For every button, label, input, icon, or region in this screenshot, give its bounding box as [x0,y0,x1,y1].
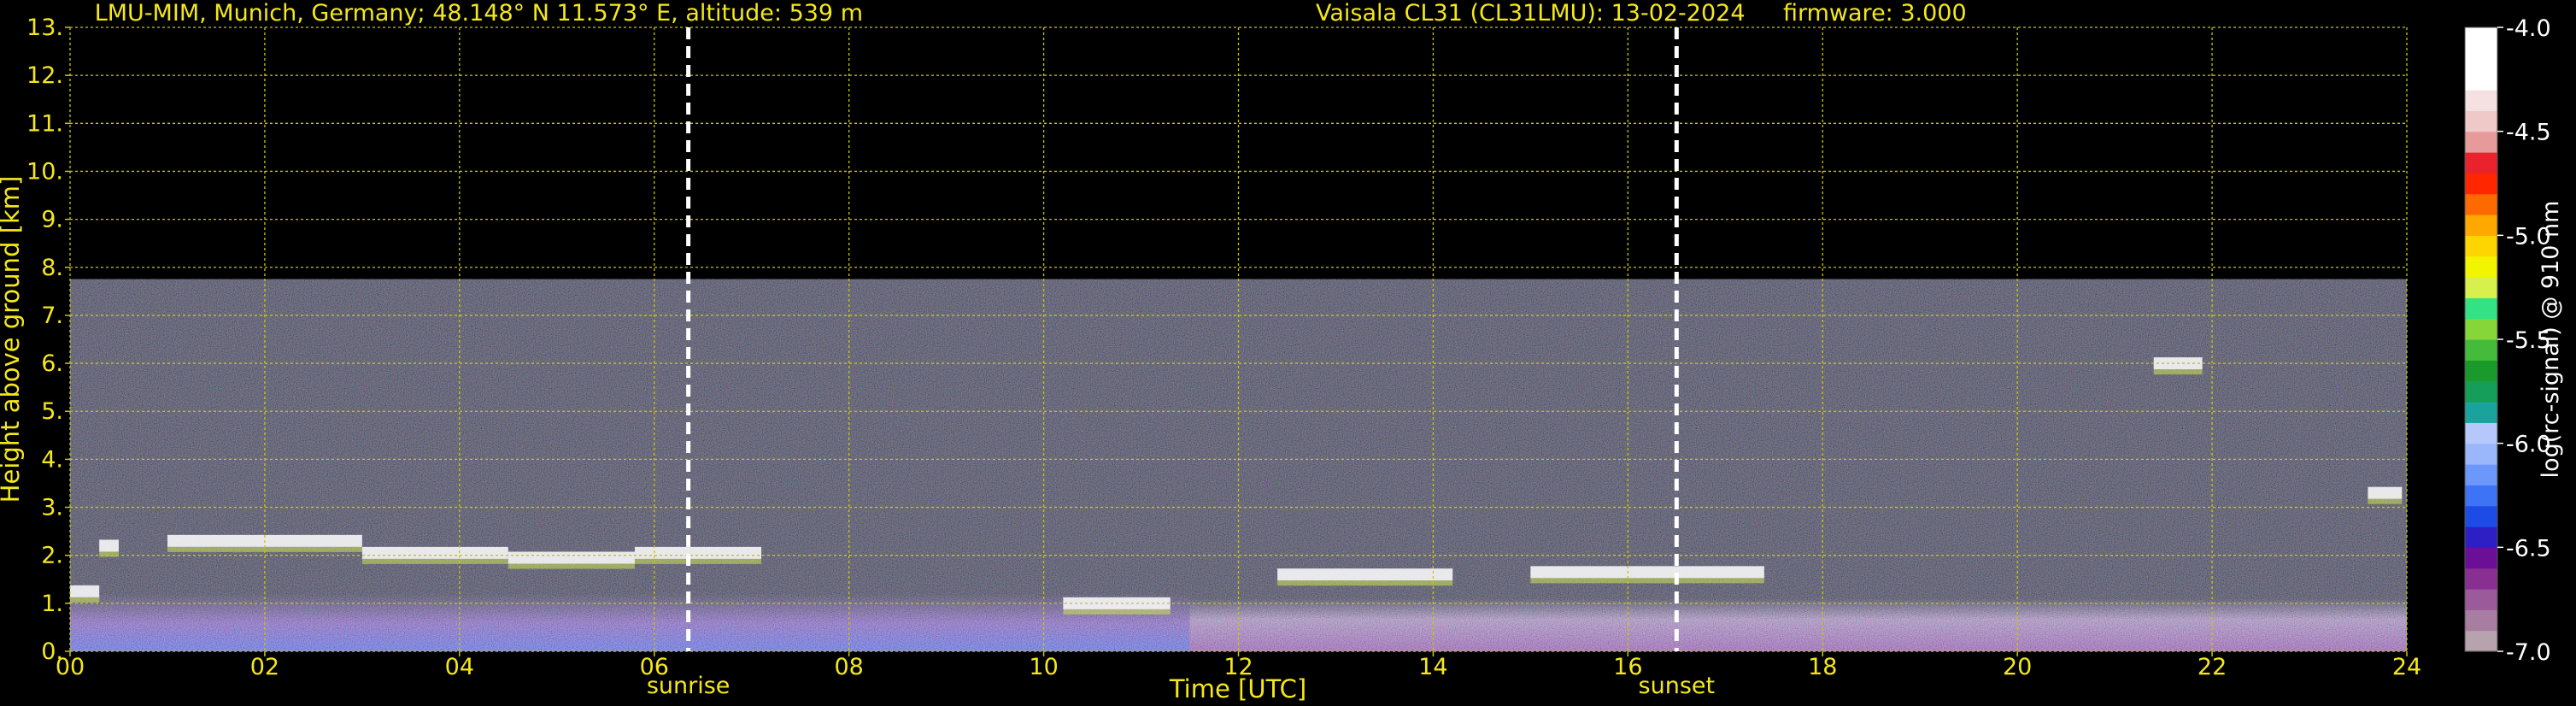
x-axis-label: Time [UTC] [1169,674,1306,703]
colorbar-segment [2465,630,2497,652]
cloud-layer [1530,566,1764,579]
y-tick-label: 0. [41,638,63,665]
ceilometer-chart: LMU-MIM, Munich, Germany; 48.148° N 11.5… [0,0,2564,703]
colorbar-segment [2465,27,2497,49]
cloud-layer-edge [2153,369,2203,375]
x-tick-label: 24 [2392,654,2421,680]
colorbar-segment [2465,568,2497,590]
cloud-layer-edge [1063,609,1171,615]
colorbar-tick-label: -4.0 [2506,15,2551,42]
colorbar-segment [2465,609,2497,632]
cloud-layer-edge [361,558,508,564]
y-tick-label: 10. [26,158,63,185]
colorbar-segment [2465,48,2497,70]
cloud-layer-edge [1530,578,1764,584]
x-tick-label: 08 [834,654,863,680]
sunrise-label: sunrise [647,673,731,699]
x-tick-label: 14 [1418,654,1447,680]
chart-title-location: LMU-MIM, Munich, Germany; 48.148° N 11.5… [95,0,863,26]
x-tick-label: 22 [2198,654,2227,680]
y-tick-label: 5. [41,398,63,425]
colorbar-segment [2465,422,2497,444]
x-tick-label: 18 [1808,654,1837,680]
cloud-layer-edge [1277,580,1453,586]
colorbar-segment [2465,547,2497,569]
y-tick-label: 3. [41,495,63,521]
colorbar-label: log(rc-signal) @ 910 nm [2538,201,2564,479]
y-tick-label: 1. [41,591,63,617]
colorbar-segment [2465,318,2497,340]
colorbar-segment [2465,297,2497,320]
colorbar-segment [2465,68,2497,91]
cloud-layer [99,539,119,552]
colorbar-segment [2465,215,2497,236]
colorbar-segment [2465,110,2497,132]
chart-title-firmware: firmware: 3.000 [1783,0,1967,26]
y-axis-ticks: 0. 1. 2. 3. 4. 5. 6. 7. 8. 9. 10. 11. 12. 13. [26,15,70,665]
colorbar-segment [2465,173,2497,195]
y-tick-label: 6. [41,350,63,377]
y-tick-label: 12. [26,62,63,89]
cloud-layer-edge [99,551,119,557]
x-tick-label: 04 [445,654,474,680]
colorbar-segment [2465,464,2497,485]
y-tick-label: 8. [41,255,63,281]
colorbar-segment [2465,485,2497,507]
cloud-layer-edge [70,597,100,603]
colorbar-segment [2465,527,2497,548]
y-tick-label: 2. [41,543,63,569]
cloud-layer [508,551,635,564]
colorbar-tick-label: -6.5 [2506,535,2551,562]
colorbar-segment [2465,193,2497,215]
cloud-layer-edge [2368,498,2403,504]
x-tick-label: 10 [1029,654,1058,680]
colorbar-segment [2465,402,2497,423]
cloud-layer [361,546,508,559]
x-tick-label: 20 [2003,654,2032,680]
colorbar-segment [2465,90,2497,111]
colorbar-segment [2465,589,2497,610]
colorbar-segment [2465,360,2497,382]
y-axis-label: Height above ground [km] [0,176,25,503]
y-tick-label: 7. [41,303,63,329]
colorbar-segment [2465,277,2497,298]
y-tick-label: 13. [26,15,63,41]
colorbar-segment [2465,505,2497,527]
chart-title-instrument: Vaisala CL31 (CL31LMU): 13-02-2024 [1316,0,1746,26]
colorbar-tick-label: -7.0 [2506,639,2551,666]
y-tick-label: 4. [41,446,63,473]
x-tick-label: 02 [250,654,279,680]
sunset-label: sunset [1639,673,1716,699]
colorbar-tick-label: -4.5 [2506,120,2551,146]
colorbar-segment [2465,380,2497,403]
cloud-layer [70,585,100,597]
y-tick-label: 9. [41,207,63,233]
colorbar-segment [2465,152,2497,174]
cloud-layer-edge [508,563,635,569]
y-tick-label: 11. [26,110,63,137]
colorbar-segment [2465,339,2497,361]
colorbar-segment [2465,131,2497,153]
cloud-layer [1277,568,1453,581]
plot-area [69,26,2408,652]
colorbar-segment [2465,256,2497,278]
colorbar-segment [2465,235,2497,257]
colorbar-segment [2465,443,2497,465]
cloud-layer [2368,486,2403,499]
